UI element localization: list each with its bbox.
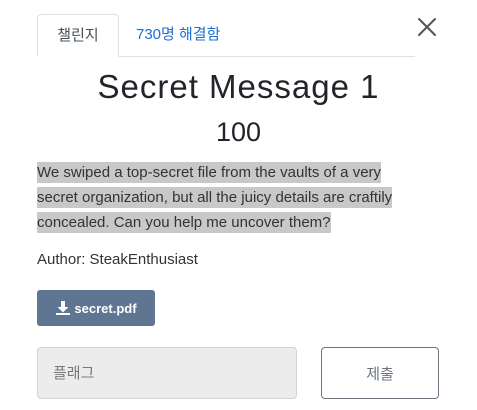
tab-bar: 챌린지 730명 해결함	[37, 14, 415, 57]
tab-challenge[interactable]: 챌린지	[37, 14, 119, 57]
file-name: secret.pdf	[74, 300, 137, 316]
challenge-points: 100	[215, 117, 262, 147]
challenge-description: We swiped a top-secret file from the vau…	[37, 160, 427, 235]
tab-solves[interactable]: 730명 해결함	[120, 14, 236, 56]
description-line: concealed. Can you help me uncover them?	[37, 212, 331, 233]
tab-solves-label: 730명 해결함	[136, 26, 221, 43]
download-icon	[55, 300, 71, 316]
file-download-button[interactable]: secret.pdf	[37, 290, 155, 326]
description-line: We swiped a top-secret file from the vau…	[37, 162, 382, 183]
challenge-author: Author: SteakEnthusiast	[37, 251, 198, 268]
submit-button[interactable]: 제출	[321, 347, 439, 399]
close-icon[interactable]	[416, 16, 438, 38]
flag-input[interactable]	[37, 347, 297, 399]
description-line: secret organization, but all the juicy d…	[37, 187, 393, 208]
tab-challenge-label: 챌린지	[57, 27, 99, 44]
challenge-title: Secret Message 1	[97, 68, 380, 105]
